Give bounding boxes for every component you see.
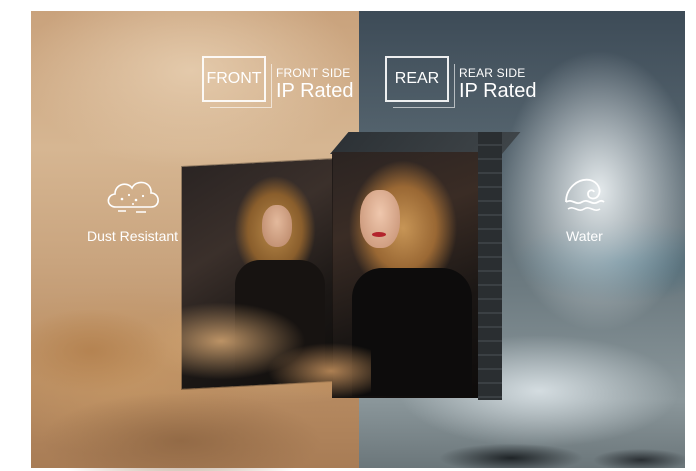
rock-ground bbox=[361, 428, 685, 468]
dust-cloud-icon bbox=[107, 181, 159, 213]
dust-resistant-label: Dust Resistant bbox=[87, 228, 179, 244]
rear-badge-text: REAR bbox=[394, 70, 440, 87]
woman-face-front bbox=[262, 205, 292, 247]
rear-panel-side bbox=[478, 132, 502, 400]
front-side-label: FRONT SIDE bbox=[276, 66, 351, 80]
water-label: Water bbox=[566, 228, 603, 244]
water-wave-icon bbox=[565, 178, 605, 211]
woman-face-rear bbox=[360, 190, 400, 248]
dust-cloud bbox=[31, 281, 371, 471]
rear-side-label: REAR SIDE bbox=[459, 66, 526, 80]
rear-ip-rated-label: IP Rated bbox=[459, 80, 537, 102]
woman-lips bbox=[372, 232, 386, 237]
front-badge: FRONT bbox=[202, 56, 272, 108]
front-ip-rated-label: IP Rated bbox=[276, 80, 354, 102]
rear-badge: REAR bbox=[385, 56, 455, 108]
front-badge-text: FRONT bbox=[206, 70, 262, 87]
